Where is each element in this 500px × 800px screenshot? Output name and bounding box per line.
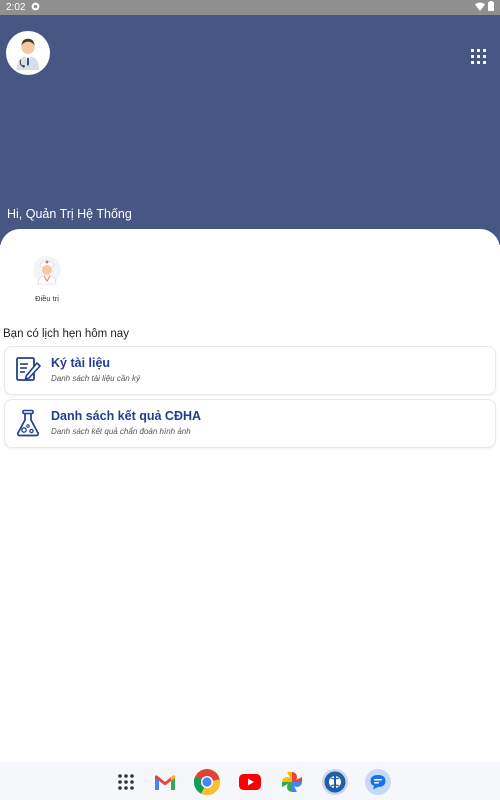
lab-flask-icon [15,409,41,437]
app-dock [0,762,500,800]
medical-app-icon[interactable] [321,768,349,796]
menu-title: Danh sách kết quả CĐHA [51,409,202,423]
menu-item-sign-documents[interactable]: Ký tài liệu Danh sách tài liệu cần ký [4,346,496,395]
battery-icon [488,1,494,14]
app-drawer-icon[interactable] [112,768,140,796]
nurse-icon [32,255,62,285]
gmail-icon[interactable] [151,768,179,796]
menu-subtitle: Danh sách kết quả chẩn đoán hình ảnh [51,427,191,436]
menu-item-imaging-results[interactable]: Danh sách kết quả CĐHA Danh sách kết quả… [4,399,496,448]
wifi-icon [475,2,485,14]
youtube-icon[interactable] [236,768,264,796]
chrome-icon[interactable] [193,768,221,796]
status-time: 2:02 [6,2,26,13]
content-sheet [0,229,500,761]
feature-label: Điều trị [35,294,59,303]
feature-treatment[interactable]: Điều trị [26,255,68,303]
document-sign-icon [15,356,41,384]
doctor-avatar-icon [16,38,40,71]
messages-icon[interactable] [364,768,392,796]
greeting-text: Hi, Quản Trị Hệ Thống [7,207,132,221]
status-bar: 2:02 [0,0,500,15]
app-grid-button[interactable] [470,48,486,64]
menu-subtitle: Danh sách tài liệu cần ký [51,374,140,383]
avatar[interactable] [6,31,50,75]
notification-icon [31,2,40,14]
section-title: Bạn có lịch hẹn hôm nay [3,328,129,340]
photos-icon[interactable] [278,768,306,796]
menu-title: Ký tài liệu [51,356,111,370]
